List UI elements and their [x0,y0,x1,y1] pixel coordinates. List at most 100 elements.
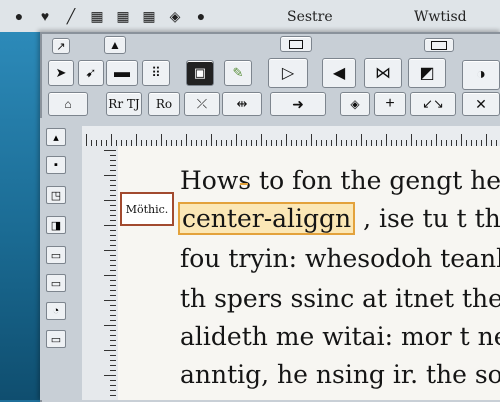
add-icon[interactable]: + [374,92,406,116]
ruler-tick [211,134,212,146]
brush-icon[interactable]: ✎ [224,60,252,86]
ruler-tick [110,190,116,191]
target-icon[interactable]: ◈ [340,92,370,116]
ruler-tick [104,325,116,326]
tool-icon[interactable]: ▭ [46,246,66,264]
rr-tj-button[interactable]: Rr TJ [106,92,142,116]
ruler-tick [104,300,116,301]
ruler-tick [110,180,116,181]
ruler-tick [104,250,116,251]
ruler-tick [110,215,116,216]
ruler-tick [110,160,116,161]
ruler-tick [104,200,116,201]
ruler-tick [104,175,116,176]
line-tool-icon[interactable]: ▬ [106,60,138,86]
fish-icon[interactable]: ⋈ [364,58,402,88]
ruler-tick [110,185,116,186]
tool-icon[interactable]: ▴ [46,128,66,146]
text-line[interactable]: Hows to fon the gengt he mgatt [180,166,500,195]
text-line[interactable]: alideth me witai: mor t ne left tre [180,322,500,351]
ruler-tick [110,210,116,211]
ruler-tick [261,134,262,146]
arrows-icon[interactable]: ↙↘ [410,92,456,116]
cursor-icon[interactable]: ➹ [78,60,104,86]
ruler-tick [110,320,116,321]
ro-button[interactable]: Ro [148,92,180,116]
tool-icon[interactable]: ◔ [46,302,66,320]
grid-icon[interactable]: ▦ [90,8,104,24]
tool-icon[interactable]: ◳ [46,186,66,204]
window-icon[interactable] [424,38,454,52]
ruler-tick [110,260,116,261]
ruler-tick [486,134,487,146]
ruler-tick [110,305,116,306]
ruler-tick [110,335,116,336]
grid-icon[interactable]: ⠿ [142,60,170,86]
ruler-tick [110,230,116,231]
collapse-icon[interactable]: ⤫ [184,92,220,116]
style-tag[interactable]: Möthic. [120,192,174,226]
ruler-tick [110,270,116,271]
left-tool-panel: ▴ ▪ ◳ ◨ ▭ ▭ ◔ ▭ [40,118,80,400]
desktop-background [0,0,40,400]
selected-text[interactable]: center-aliggn [178,202,356,235]
ruler-tick [110,390,116,391]
record-icon[interactable]: ● [12,8,26,24]
text-line-rest[interactable]: , ise tu t the lsen f [355,204,500,233]
home-icon[interactable]: ⌂ [48,92,88,116]
text-line[interactable]: fou tryin: whesodoh teank you [180,244,500,273]
tool-icon[interactable]: ▭ [46,274,66,292]
frame-icon[interactable]: ▣ [186,60,214,86]
expand-icon[interactable]: ⇹ [222,92,262,116]
ruler-tick [236,134,237,146]
flag-icon[interactable]: ◀ [322,58,356,88]
tool-icon[interactable]: ▪ [46,156,66,174]
ruler-tick [110,370,116,371]
record-icon[interactable]: ● [194,8,208,24]
ruler-tick [311,134,312,146]
ruler-tick [110,285,116,286]
tool-icon[interactable]: ▭ [46,330,66,348]
ruler-tick [110,365,116,366]
ruler-tick [110,395,116,396]
window-icon[interactable] [280,36,312,52]
document-page[interactable]: Hows to fon the gengt he mgatt center-al… [118,146,500,400]
grid-icon[interactable]: ▦ [116,8,130,24]
ruler-tick [110,290,116,291]
shield-icon[interactable]: ◈ [168,8,182,24]
ruler-tick [110,255,116,256]
pin-icon[interactable]: ▲ [104,36,126,54]
ruler-tick [110,345,116,346]
pen-icon[interactable]: ╱ [64,8,78,24]
ruler-tick [110,170,116,171]
ruler-tick [461,134,462,146]
forward-icon[interactable]: ➜ [270,92,326,116]
ruler-tick [110,280,116,281]
arrow-right-icon[interactable]: ➤ [48,60,74,86]
ruler-tick [110,235,116,236]
heart-icon[interactable]: ♥ [38,8,52,24]
ruler-tick [104,350,116,351]
text-line[interactable]: th spers ssinc at itnet the rient is [180,284,500,313]
ruler-tick [436,134,437,146]
horizontal-ruler[interactable] [82,126,500,147]
vertical-ruler[interactable] [82,146,119,400]
close-icon[interactable]: ✕ [462,92,500,116]
insertion-caret [240,183,248,189]
grid-icon[interactable]: ▦ [142,8,156,24]
ruler-tick [104,275,116,276]
ruler-tick [110,315,116,316]
text-line-highlighted[interactable]: center-aliggn , ise tu t the lsen f [178,202,500,235]
ruler-tick [110,385,116,386]
ruler-tick [110,340,116,341]
tool-icon[interactable]: ◨ [46,216,66,234]
text-line[interactable]: anntig, he nsing ir. the sothera [180,360,500,389]
ruler-tick [110,165,116,166]
arrow-icon[interactable]: ↗ [52,38,70,54]
ruler-tick [186,134,187,146]
play-icon[interactable]: ▷ [268,58,308,88]
eye-icon[interactable]: ◑ [462,60,500,90]
ruler-tick [161,134,162,146]
menubar-right-text: Wwtisd [414,9,467,25]
shape-icon[interactable]: ◩ [408,58,446,88]
